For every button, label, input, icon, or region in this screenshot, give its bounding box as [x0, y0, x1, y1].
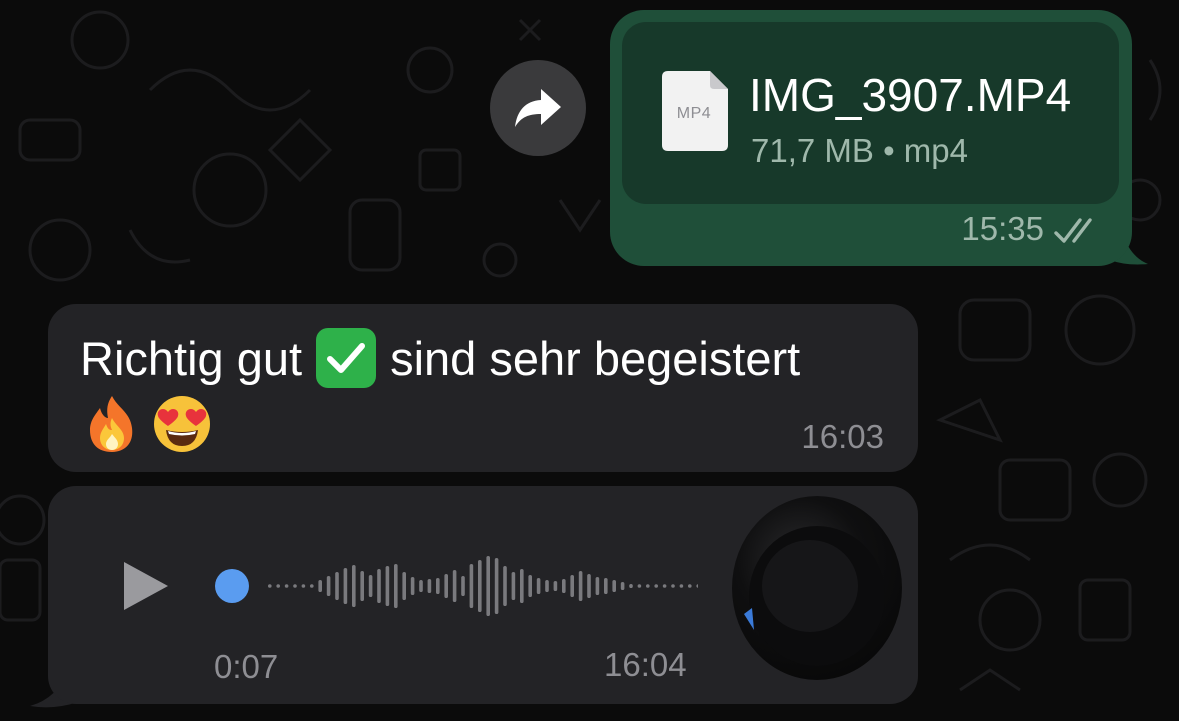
waveform-bar: [452, 570, 457, 602]
waveform-bar: [679, 584, 684, 588]
waveform-bar: [284, 584, 289, 588]
waveform-bar: [612, 580, 616, 592]
file-attachment-card[interactable]: MP4 IMG_3907.MP4 71,7 MB • mp4: [622, 22, 1119, 204]
file-type-label: MP4: [676, 105, 712, 122]
message-text-line: Richtig gut sind sehr begeistert: [80, 328, 800, 388]
waveform-bar: [326, 576, 331, 596]
waveform-bar: [352, 565, 356, 607]
waveform-bar: [478, 560, 482, 612]
waveform-bar: [469, 564, 474, 608]
waveform-bar: [688, 584, 692, 588]
waveform-bar: [503, 566, 507, 606]
waveform-bar: [494, 558, 499, 614]
waveform-bar: [318, 580, 322, 592]
waveform-bar: [654, 584, 658, 588]
sender-avatar: [732, 496, 902, 680]
waveform-bar: [536, 578, 541, 594]
waveform-bar: [553, 581, 558, 591]
waveform-bar: [402, 572, 406, 600]
waveform-bar: [419, 580, 423, 592]
waveform-bar: [436, 578, 440, 594]
waveform-bar: [385, 566, 390, 606]
waveform-bar: [427, 579, 432, 593]
waveform-bar: [343, 568, 348, 604]
incoming-text-message[interactable]: Richtig gut sind sehr begeistert 16:03: [48, 304, 918, 472]
waveform-bar: [368, 575, 373, 597]
heart-eyes-emoji-icon: [154, 396, 210, 452]
double-check-icon: [1054, 218, 1092, 243]
message-text-part: sind sehr begeistert: [390, 331, 801, 385]
playback-scrubber-handle[interactable]: [215, 569, 249, 603]
waveform-bar: [293, 584, 297, 588]
waveform-bar: [335, 572, 339, 600]
message-timestamp: 16:03: [801, 418, 884, 455]
check-mark-emoji-icon: [316, 328, 377, 388]
play-icon[interactable]: [120, 558, 172, 614]
waveform-bar: [587, 574, 591, 598]
waveform-bar: [595, 577, 600, 595]
file-meta: 71,7 MB • mp4: [751, 132, 968, 169]
forward-arrow-icon: [515, 89, 561, 127]
message-text-part: Richtig gut: [80, 331, 303, 385]
emoji-row: [84, 394, 212, 454]
waveform-bar: [360, 571, 364, 601]
message-timestamp: 15:35: [961, 210, 1044, 247]
waveform-bar: [671, 584, 675, 588]
waveform-bar: [578, 571, 583, 601]
waveform-bar: [310, 584, 314, 588]
waveform-bar: [637, 584, 642, 588]
waveform-bar: [620, 582, 625, 590]
waveform-bar: [528, 575, 532, 597]
voice-waveform[interactable]: [208, 546, 698, 626]
waveform-bar: [570, 575, 574, 597]
waveform-bar: [646, 584, 650, 588]
document-icon: MP4: [662, 71, 728, 151]
waveform-bar: [461, 576, 465, 596]
waveform-bar: [562, 579, 566, 593]
waveform-bar: [444, 574, 448, 598]
waveform-bar: [511, 572, 516, 600]
waveform-bar: [301, 584, 306, 588]
incoming-voice-message[interactable]: 0:07 16:04: [48, 486, 918, 704]
waveform-bar: [520, 569, 524, 603]
waveform-bar: [486, 556, 490, 616]
outgoing-file-message[interactable]: MP4 IMG_3907.MP4 71,7 MB • mp4 15:35: [610, 10, 1132, 266]
waveform-bar: [629, 584, 633, 588]
waveform-bar: [604, 578, 608, 594]
fire-emoji-icon: [90, 396, 133, 452]
waveform-bar: [268, 584, 272, 588]
voice-duration: 0:07: [214, 648, 279, 685]
waveform-bar: [394, 564, 398, 608]
waveform-bar: [545, 580, 549, 592]
message-timestamp: 16:04: [604, 646, 687, 683]
waveform-bar: [410, 577, 415, 595]
file-name: IMG_3907.MP4: [749, 69, 1072, 121]
waveform-bar: [276, 584, 280, 588]
waveform-bar: [662, 584, 667, 588]
forward-button[interactable]: [490, 60, 586, 156]
waveform-bar: [377, 569, 381, 603]
waveform-bar: [696, 584, 698, 588]
